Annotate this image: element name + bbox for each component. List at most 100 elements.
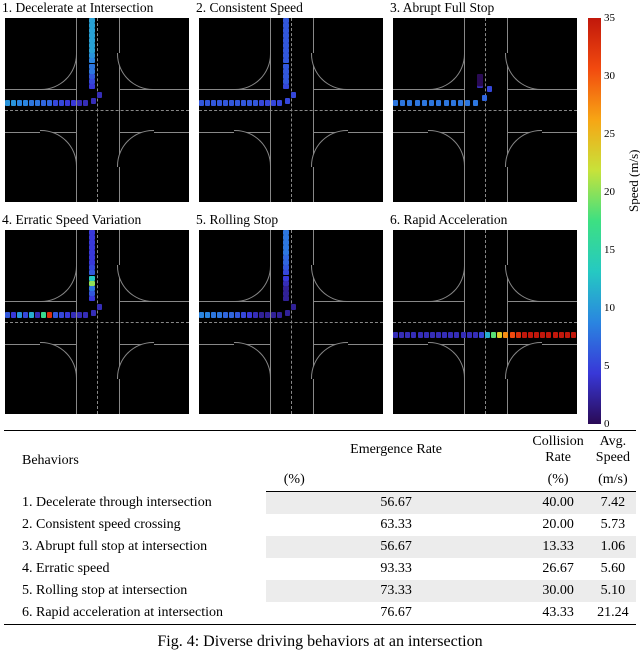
cell-speed: 5.73 xyxy=(590,514,636,536)
trajectory-segment xyxy=(277,100,282,106)
cell-behavior: 4. Erratic speed xyxy=(4,558,266,580)
trajectory-segment xyxy=(89,84,95,89)
panel-title: 1. Decelerate at Intersection xyxy=(2,0,153,16)
cell-emergence: 73.33 xyxy=(266,580,527,602)
panel-title: 2. Consistent Speed xyxy=(196,0,303,16)
trajectory-segment xyxy=(467,332,472,338)
trajectory-segment xyxy=(559,332,564,338)
table-row: 2. Consistent speed crossing63.3320.005.… xyxy=(4,514,636,536)
trajectory-segment xyxy=(415,100,420,106)
trajectory-segment xyxy=(83,100,88,106)
trajectory-segment xyxy=(461,332,466,338)
cell-speed: 1.06 xyxy=(590,536,636,558)
panel-title: 6. Rapid Acceleration xyxy=(390,212,507,228)
trajectory-segment xyxy=(217,100,222,106)
trajectory-segment xyxy=(451,100,456,106)
trajectory-segment xyxy=(11,312,16,318)
trajectory-segment xyxy=(265,312,270,318)
trajectory-segment xyxy=(487,86,492,92)
trajectory-segment xyxy=(91,98,96,104)
trajectory-segment xyxy=(283,240,289,245)
cell-emergence: 56.67 xyxy=(266,536,527,558)
trajectory-segment xyxy=(283,33,289,38)
trajectory-segment xyxy=(271,312,276,318)
col-avgspeed-unit: (m/s) xyxy=(590,469,636,492)
trajectory-segment xyxy=(491,332,496,338)
trajectory-segment xyxy=(497,332,502,338)
trajectory-segment xyxy=(283,291,289,296)
panel-1: 1. Decelerate at Intersection xyxy=(0,0,194,212)
trajectory-segment xyxy=(271,100,276,106)
trajectory-segment xyxy=(97,92,102,98)
trajectory-segment xyxy=(485,332,490,338)
trajectory-segment xyxy=(283,69,289,74)
trajectory-segment xyxy=(430,332,435,338)
trajectory-segment xyxy=(89,74,95,79)
trajectory-segment xyxy=(477,74,483,79)
trajectory-segment xyxy=(211,100,216,106)
trajectory-segment xyxy=(235,100,240,106)
panel-2: 2. Consistent Speed xyxy=(194,0,388,212)
trajectory-segment xyxy=(283,270,289,275)
col-behaviors: Behaviors xyxy=(4,431,266,492)
trajectory-segment xyxy=(283,265,289,270)
trajectory-segment xyxy=(241,100,246,106)
colorbar-tick: 10 xyxy=(604,302,615,314)
trajectory-segment xyxy=(89,250,95,255)
trajectory-segment xyxy=(473,332,478,338)
trajectory-segment xyxy=(89,69,95,74)
trajectory-segment xyxy=(97,304,102,310)
panel-title: 4. Erratic Speed Variation xyxy=(2,212,141,228)
trajectory-segment xyxy=(259,312,264,318)
trajectory-segment xyxy=(71,100,76,106)
trajectory-segment xyxy=(283,38,289,43)
cell-emergence: 63.33 xyxy=(266,514,527,536)
trajectory-segment xyxy=(41,100,46,106)
table-row: 1. Decelerate through intersection56.674… xyxy=(4,492,636,515)
trajectory-segment xyxy=(283,255,289,260)
trajectory-segment xyxy=(534,332,539,338)
cell-speed: 5.60 xyxy=(590,558,636,580)
intersection-plot xyxy=(5,18,189,202)
trajectory-segment xyxy=(436,332,441,338)
trajectory-segment xyxy=(253,100,258,106)
col-emergence-unit: (%) xyxy=(266,469,527,492)
trajectory-segment xyxy=(65,312,70,318)
intersection-plot xyxy=(393,18,577,202)
trajectory-segment xyxy=(65,100,70,106)
col-avgspeed: Avg. Speed xyxy=(590,431,636,470)
colorbar-tick: 30 xyxy=(604,70,615,82)
colorbar-tick: 25 xyxy=(604,128,615,140)
trajectory-segment xyxy=(522,332,527,338)
colorbar-tick: 5 xyxy=(604,360,610,372)
trajectory-segment xyxy=(235,312,240,318)
trajectory-segment xyxy=(23,312,28,318)
trajectory-segment xyxy=(89,79,95,84)
trajectory-segment xyxy=(479,332,484,338)
trajectory-segment xyxy=(411,332,416,338)
trajectory-segment xyxy=(393,332,398,338)
panel-title: 5. Rolling Stop xyxy=(196,212,278,228)
trajectory-segment xyxy=(283,296,289,301)
colorbar-tick: 20 xyxy=(604,186,615,198)
trajectory-segment xyxy=(205,312,210,318)
cell-emergence: 76.67 xyxy=(266,602,527,625)
trajectory-segment xyxy=(540,332,545,338)
trajectory-segment xyxy=(283,230,289,235)
cell-collision: 43.33 xyxy=(526,602,589,625)
cell-collision: 13.33 xyxy=(526,536,589,558)
trajectory-segment xyxy=(211,312,216,318)
cell-behavior: 5. Rolling stop at intersection xyxy=(4,580,266,602)
trajectory-segment xyxy=(71,312,76,318)
trajectory-segment xyxy=(283,84,289,89)
trajectory-segment xyxy=(283,276,289,281)
trajectory-segment xyxy=(283,79,289,84)
trajectory-segment xyxy=(47,312,52,318)
trajectory-segment xyxy=(429,100,434,106)
trajectory-segment xyxy=(89,48,95,53)
trajectory-segment xyxy=(5,100,10,106)
trajectory-segment xyxy=(89,291,95,296)
trajectory-segment xyxy=(223,100,228,106)
trajectory-segment xyxy=(199,312,204,318)
trajectory-segment xyxy=(89,296,95,301)
